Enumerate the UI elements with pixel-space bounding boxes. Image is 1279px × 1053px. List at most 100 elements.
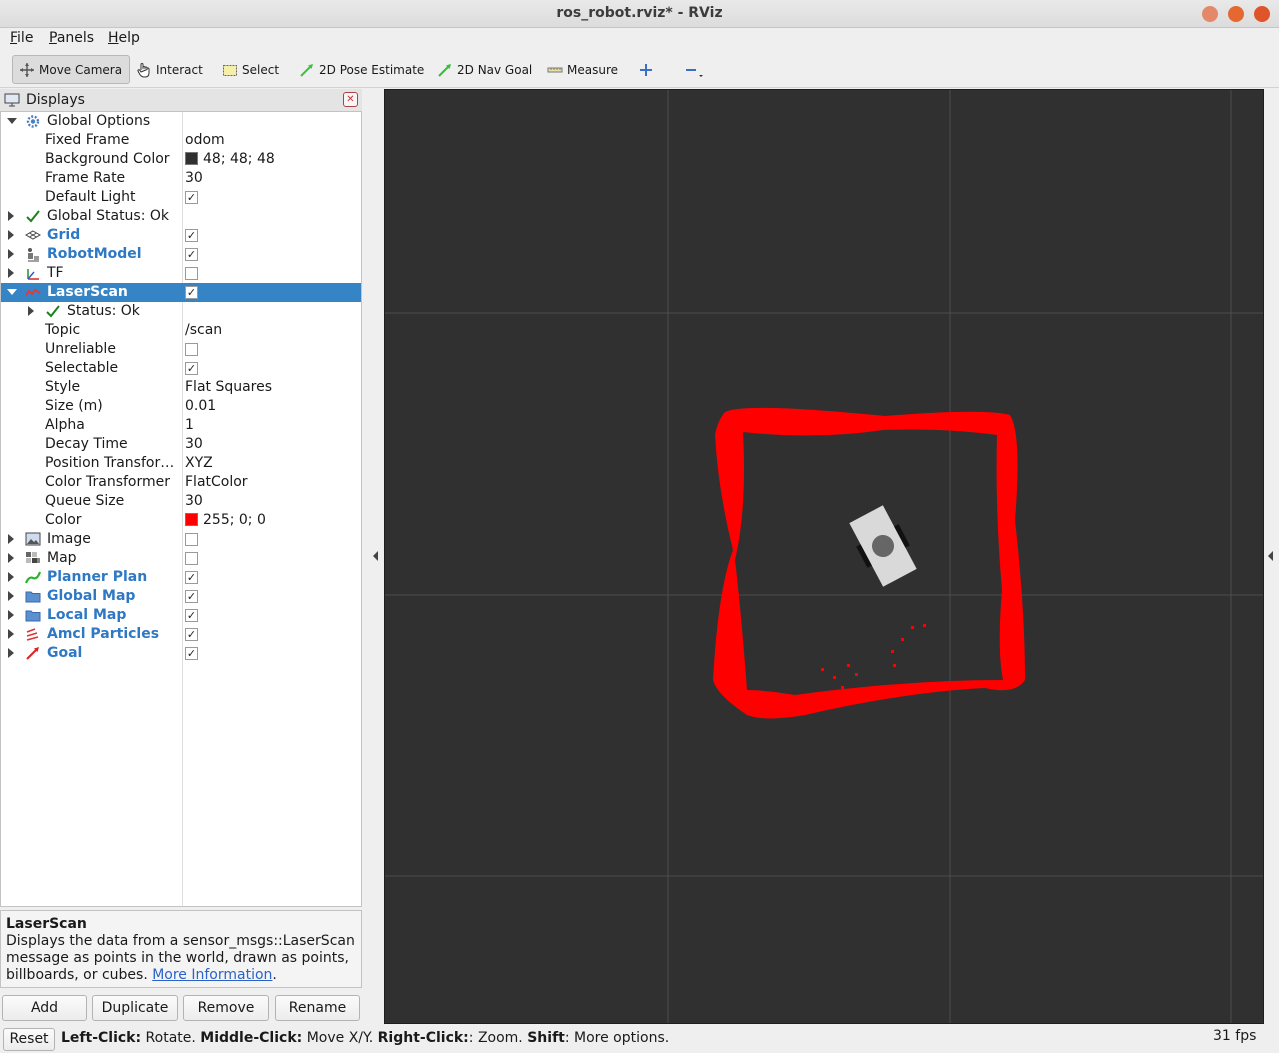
expand-arrow-icon[interactable]	[8, 648, 14, 658]
2d-pose-estimate-tool[interactable]: 2D Pose Estimate	[293, 55, 430, 84]
tree-row-map[interactable]: Map	[1, 549, 361, 568]
duplicate-button[interactable]: Duplicate	[92, 995, 178, 1021]
remove-button[interactable]: Remove	[183, 995, 269, 1021]
default-light-checkbox[interactable]	[185, 191, 198, 204]
tree-row-global-options[interactable]: Global Options	[1, 112, 361, 131]
property-value[interactable]: 30	[185, 436, 203, 452]
maximize-button[interactable]	[1228, 6, 1244, 22]
close-panel-button[interactable]: ✕	[343, 92, 358, 107]
displays-tree[interactable]: Global Options Fixed Frame odom Backgrou…	[0, 111, 362, 907]
property-value[interactable]: 0.01	[185, 398, 216, 414]
tree-row-amcl-particles[interactable]: Amcl Particles	[1, 625, 361, 644]
tf-checkbox[interactable]	[185, 267, 198, 280]
expand-arrow-icon[interactable]	[8, 249, 14, 259]
tree-row-laserscan-status[interactable]: Status: Ok	[1, 302, 361, 321]
expand-arrow-icon[interactable]	[8, 534, 14, 544]
tree-row-local-map[interactable]: Local Map	[1, 606, 361, 625]
property-background-color[interactable]: Background Color 48; 48; 48	[1, 150, 361, 169]
unreliable-checkbox[interactable]	[185, 343, 198, 356]
expand-arrow-icon[interactable]	[8, 572, 14, 582]
tree-row-grid[interactable]: Grid	[1, 226, 361, 245]
tree-row-laserscan[interactable]: LaserScan	[1, 283, 361, 302]
property-value[interactable]: /scan	[185, 322, 222, 338]
expand-arrow-icon[interactable]	[8, 268, 14, 278]
collapse-arrow-icon[interactable]	[7, 289, 17, 295]
move-camera-tool[interactable]: Move Camera	[12, 55, 130, 84]
tree-row-tf[interactable]: TF	[1, 264, 361, 283]
laserscan-checkbox[interactable]	[185, 286, 198, 299]
collapse-left-icon[interactable]	[373, 551, 378, 561]
local-map-checkbox[interactable]	[185, 609, 198, 622]
property-fixed-frame[interactable]: Fixed Frame odom	[1, 131, 361, 150]
expand-arrow-icon[interactable]	[8, 610, 14, 620]
property-size[interactable]: Size (m) 0.01	[1, 397, 361, 416]
property-queue-size[interactable]: Queue Size 30	[1, 492, 361, 511]
property-selectable[interactable]: Selectable	[1, 359, 361, 378]
menu-file[interactable]: File	[10, 30, 33, 46]
expand-right-panel-icon[interactable]	[1268, 551, 1273, 561]
expand-arrow-icon[interactable]	[8, 211, 14, 221]
property-alpha[interactable]: Alpha 1	[1, 416, 361, 435]
close-button[interactable]	[1254, 6, 1270, 22]
grid-checkbox[interactable]	[185, 229, 198, 242]
property-unreliable[interactable]: Unreliable	[1, 340, 361, 359]
expand-arrow-icon[interactable]	[8, 591, 14, 601]
add-tool-button[interactable]	[632, 55, 664, 84]
menu-panels[interactable]: Panels	[49, 30, 94, 46]
property-value[interactable]: FlatColor	[185, 474, 248, 490]
property-value[interactable]: Flat Squares	[185, 379, 272, 395]
property-value[interactable]: odom	[185, 132, 225, 148]
tree-row-global-status[interactable]: Global Status: Ok	[1, 207, 361, 226]
property-value[interactable]: XYZ	[185, 455, 213, 471]
expand-arrow-icon[interactable]	[7, 118, 17, 124]
rename-button[interactable]: Rename	[275, 995, 360, 1021]
planner-plan-checkbox[interactable]	[185, 571, 198, 584]
amcl-particles-checkbox[interactable]	[185, 628, 198, 641]
tree-row-robotmodel[interactable]: RobotModel	[1, 245, 361, 264]
expand-arrow-icon[interactable]	[28, 306, 34, 316]
render-view[interactable]	[384, 89, 1264, 1024]
fps-readout: 31 fps	[1213, 1028, 1257, 1044]
map-checkbox[interactable]	[185, 552, 198, 565]
right-panel-handle[interactable]	[1264, 89, 1279, 1024]
remove-tool-button[interactable]	[678, 55, 710, 84]
goal-checkbox[interactable]	[185, 647, 198, 660]
move-camera-icon	[19, 62, 35, 78]
minimize-button[interactable]	[1202, 6, 1218, 22]
window-title: ros_robot.rviz* - RViz	[556, 5, 723, 21]
axes-icon	[25, 266, 41, 281]
2d-nav-goal-tool[interactable]: 2D Nav Goal	[431, 55, 538, 84]
property-color[interactable]: Color 255; 0; 0	[1, 511, 361, 530]
tree-row-image[interactable]: Image	[1, 530, 361, 549]
menu-help[interactable]: Help	[108, 30, 140, 46]
property-style[interactable]: Style Flat Squares	[1, 378, 361, 397]
property-value[interactable]: 30	[185, 170, 203, 186]
tree-row-planner-plan[interactable]: Planner Plan	[1, 568, 361, 587]
property-default-light[interactable]: Default Light	[1, 188, 361, 207]
expand-arrow-icon[interactable]	[8, 629, 14, 639]
property-decay-time[interactable]: Decay Time 30	[1, 435, 361, 454]
property-value[interactable]: 255; 0; 0	[185, 512, 266, 528]
property-frame-rate[interactable]: Frame Rate 30	[1, 169, 361, 188]
measure-tool[interactable]: Measure	[541, 55, 624, 84]
selectable-checkbox[interactable]	[185, 362, 198, 375]
property-color-transformer[interactable]: Color Transformer FlatColor	[1, 473, 361, 492]
ruler-icon	[547, 62, 563, 78]
robotmodel-checkbox[interactable]	[185, 248, 198, 261]
expand-arrow-icon[interactable]	[8, 553, 14, 563]
expand-arrow-icon[interactable]	[8, 230, 14, 240]
image-checkbox[interactable]	[185, 533, 198, 546]
property-value[interactable]: 30	[185, 493, 203, 509]
add-button[interactable]: Add	[2, 995, 87, 1021]
tree-row-goal[interactable]: Goal	[1, 644, 361, 663]
property-value[interactable]: 1	[185, 417, 194, 433]
tree-row-global-map[interactable]: Global Map	[1, 587, 361, 606]
global-map-checkbox[interactable]	[185, 590, 198, 603]
interact-tool[interactable]: Interact	[130, 55, 209, 84]
property-position-transformer[interactable]: Position Transfor… XYZ	[1, 454, 361, 473]
property-value[interactable]: 48; 48; 48	[185, 151, 275, 167]
property-topic[interactable]: Topic /scan	[1, 321, 361, 340]
select-tool[interactable]: Select	[216, 55, 285, 84]
more-information-link[interactable]: More Information	[152, 967, 272, 983]
reset-button[interactable]: Reset	[3, 1028, 55, 1051]
